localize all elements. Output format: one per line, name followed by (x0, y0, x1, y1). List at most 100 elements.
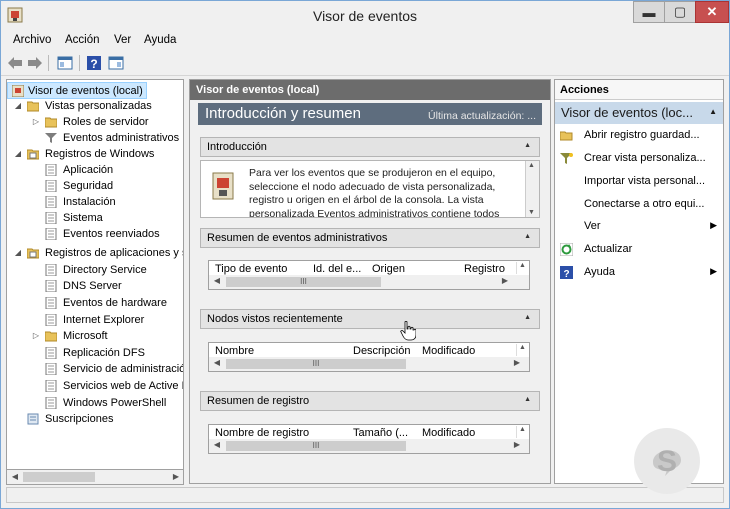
tree-horizontal-scrollbar[interactable]: ◀ ▶ (6, 469, 184, 485)
action-ayuda[interactable]: ? Ayuda ▶ (555, 263, 723, 283)
scroll-right-icon[interactable]: ▶ (499, 276, 511, 285)
section-nodos-recientes[interactable]: Nodos vistos recientemente ▲ (200, 309, 540, 329)
column-header[interactable]: Nombre de registro (215, 427, 309, 439)
tree-node-powershell[interactable]: Windows PowerShell (7, 395, 183, 411)
grid-horizontal-scrollbar[interactable]: ◀ III ▶ (209, 439, 529, 453)
action-conectarse[interactable]: Conectarse a otro equi... (555, 195, 723, 215)
scroll-up-icon[interactable]: ▲ (528, 162, 535, 169)
menu-ver[interactable]: Ver (114, 34, 131, 46)
scroll-up-icon[interactable]: ▲ (516, 344, 528, 356)
collapse-section-icon[interactable]: ▲ (524, 233, 531, 240)
tree-node-vistas[interactable]: ◢ Vistas personalizadas (7, 98, 183, 114)
section-introduccion[interactable]: Introducción ▲ (200, 137, 540, 157)
maximize-button[interactable]: ▢ (664, 1, 696, 23)
tree-label: Registros de Windows (45, 148, 155, 160)
action-importar-vista[interactable]: Importar vista personal... (555, 172, 723, 192)
scroll-down-icon[interactable]: ▼ (528, 209, 535, 216)
scroll-left-icon[interactable]: ◀ (211, 440, 223, 449)
tree-label: Sistema (63, 212, 103, 224)
collapse-section-icon[interactable]: ▲ (524, 396, 531, 403)
section-resumen-registro[interactable]: Resumen de registro ▲ (200, 391, 540, 411)
column-header[interactable]: Modificado (422, 427, 475, 439)
tree-node-seguridad[interactable]: Seguridad (7, 178, 183, 194)
column-header[interactable]: Origen (372, 263, 405, 275)
scroll-right-icon[interactable]: ▶ (511, 440, 523, 449)
grid-horizontal-scrollbar[interactable]: ◀ III ▶ (209, 357, 529, 371)
menu-accion[interactable]: Acción (65, 34, 100, 46)
scroll-left-icon[interactable]: ◀ (211, 276, 223, 285)
column-header[interactable]: Tamaño (... (353, 427, 408, 439)
tree-label: Vistas personalizadas (45, 100, 152, 112)
scroll-right-icon[interactable]: ▶ (511, 358, 523, 367)
tree-node-registros-apps[interactable]: ◢ Registros de aplicaciones y s (7, 245, 183, 261)
column-header[interactable]: Registro (464, 263, 505, 275)
tree-node-servicio-admin[interactable]: Servicio de administració (7, 361, 183, 377)
tree-node-roles[interactable]: ▷ Roles de servidor (7, 114, 183, 130)
action-crear-vista[interactable]: Crear vista personaliza... (555, 149, 723, 169)
scroll-thumb[interactable]: III (226, 277, 381, 287)
actions-pane: Acciones Visor de eventos (loc... ▲ Abri… (554, 79, 724, 484)
tree-node-microsoft[interactable]: ▷ Microsoft (7, 328, 183, 344)
help-button[interactable]: ? (85, 54, 103, 72)
scroll-thumb[interactable] (23, 472, 95, 482)
intro-vertical-scrollbar[interactable]: ▲ ▼ (525, 161, 539, 217)
svg-text:?: ? (90, 57, 97, 71)
action-actualizar[interactable]: Actualizar (555, 240, 723, 260)
tree-node-servicios-web[interactable]: Servicios web de Active D (7, 378, 183, 394)
admin-events-grid[interactable]: Tipo de evento Id. del e... Origen Regis… (208, 260, 530, 290)
maximize-icon: ▢ (673, 4, 687, 19)
tree-node-dfs[interactable]: Replicación DFS (7, 345, 183, 361)
tree-node-hardware[interactable]: Eventos de hardware (7, 295, 183, 311)
show-hide-action-pane-button[interactable] (107, 54, 125, 72)
tree-node-dns[interactable]: DNS Server (7, 278, 183, 294)
log-summary-grid[interactable]: Nombre de registro Tamaño (... Modificad… (208, 424, 530, 454)
grid-horizontal-scrollbar[interactable]: ◀ III ▶ (209, 275, 529, 289)
action-label: Conectarse a otro equi... (584, 198, 705, 210)
scroll-up-icon[interactable]: ▲ (516, 262, 528, 274)
collapse-group-icon[interactable]: ▲ (709, 107, 717, 116)
help-icon: ? (560, 266, 573, 279)
tree-node-aplicacion[interactable]: Aplicación (7, 162, 183, 178)
tree-node-sistema[interactable]: Sistema (7, 210, 183, 226)
scroll-thumb[interactable]: III (226, 359, 406, 369)
tree-node-registros-windows[interactable]: ◢ Registros de Windows (7, 146, 183, 162)
column-header[interactable]: Tipo de evento (215, 263, 287, 275)
tree-label: Windows PowerShell (63, 397, 167, 409)
show-hide-tree-button[interactable] (56, 54, 74, 72)
hand-cursor-icon (400, 321, 416, 341)
console-tree[interactable]: Visor de eventos (local) ◢ Vistas person… (6, 79, 184, 484)
back-button[interactable] (6, 54, 24, 72)
refresh-icon (560, 243, 573, 256)
tree-node-instalacion[interactable]: Instalación (7, 194, 183, 210)
tree-label: Suscripciones (45, 413, 114, 425)
tree-node-directory[interactable]: Directory Service (7, 262, 183, 278)
column-header[interactable]: Modificado (422, 345, 475, 357)
forward-button[interactable] (26, 54, 44, 72)
close-button[interactable]: ✕ (695, 1, 729, 23)
column-header[interactable]: Id. del e... (313, 263, 361, 275)
collapse-section-icon[interactable]: ▲ (524, 314, 531, 321)
scroll-up-icon[interactable]: ▲ (516, 426, 528, 438)
menu-ayuda[interactable]: Ayuda (144, 34, 176, 46)
recent-nodes-grid[interactable]: Nombre Descripción Modificado ▲ ◀ III ▶ (208, 342, 530, 372)
action-abrir-registro[interactable]: Abrir registro guardad... (555, 126, 723, 146)
column-header[interactable]: Descripción (353, 345, 410, 357)
scroll-thumb[interactable]: III (226, 441, 406, 451)
action-label: Actualizar (584, 243, 633, 255)
menu-archivo[interactable]: Archivo (13, 34, 51, 46)
tree-node-ie[interactable]: Internet Explorer (7, 312, 183, 328)
action-ver[interactable]: Ver ▶ (555, 217, 723, 237)
toolbar-separator (48, 55, 49, 71)
tree-node-suscripciones[interactable]: Suscripciones (7, 411, 183, 427)
section-resumen-eventos[interactable]: Resumen de eventos administrativos ▲ (200, 228, 540, 248)
tree-node-root[interactable]: Visor de eventos (local) (7, 82, 147, 99)
actions-group-header[interactable]: Visor de eventos (loc... ▲ (555, 102, 723, 124)
tree-node-reenviados[interactable]: Eventos reenviados (7, 226, 183, 242)
column-header[interactable]: Nombre (215, 345, 254, 357)
scroll-right-icon[interactable]: ▶ (169, 471, 183, 483)
minimize-button[interactable]: ▬ (633, 1, 665, 23)
scroll-left-icon[interactable]: ◀ (8, 471, 22, 483)
scroll-left-icon[interactable]: ◀ (211, 358, 223, 367)
collapse-section-icon[interactable]: ▲ (524, 142, 531, 149)
tree-node-eventos-admin[interactable]: Eventos administrativos (7, 130, 183, 146)
